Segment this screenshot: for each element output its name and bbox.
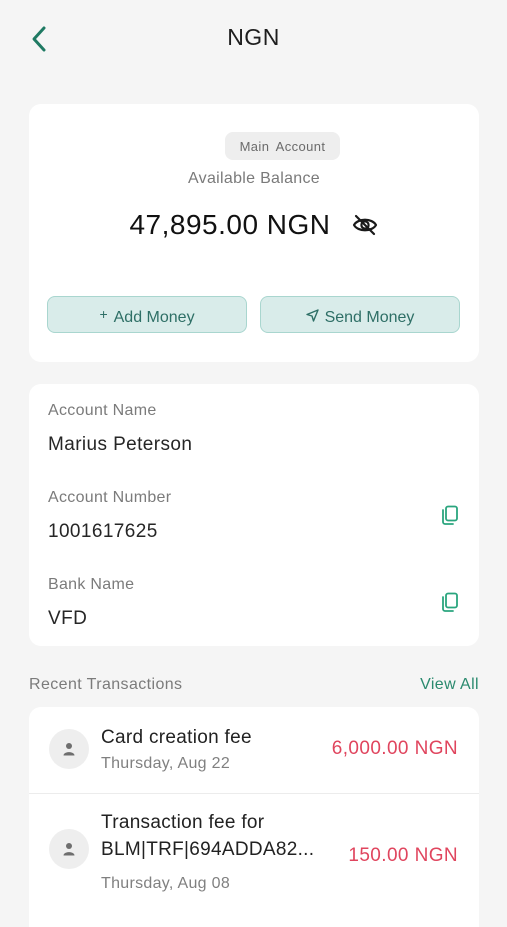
bank-name-label: Bank Name [48, 576, 135, 593]
transaction-amount: 6,000.00 NGN [331, 738, 458, 759]
balance-card: Main Account Available Balance 47,895.00… [29, 104, 479, 362]
page-title: NGN [227, 24, 280, 50]
send-icon [305, 309, 319, 322]
transaction-title: Card creation fee [101, 727, 252, 748]
account-number-label: Account Number [48, 489, 172, 506]
transaction-title: Transaction fee for BLM|TRF|694ADDA82... [101, 812, 315, 860]
transaction-date: Thursday, Aug 08 [101, 875, 231, 892]
user-icon [63, 843, 75, 856]
add-money-label: Add Money [113, 309, 195, 326]
eye-off-icon [352, 214, 377, 236]
available-balance-label: Available Balance [187, 170, 320, 187]
transaction-amount: 150.00 NGN [348, 845, 458, 866]
transactions-list: Card creation fee Thursday, Aug 22 6,000… [29, 707, 479, 927]
transaction-row[interactable]: Card creation fee Thursday, Aug 22 6,000… [29, 707, 479, 794]
copy-icon [442, 592, 458, 612]
avatar [49, 729, 89, 769]
account-name-label: Account Name [48, 402, 157, 419]
bank-name-value: VFD [48, 608, 88, 629]
account-details-card: Account Name Marius Peterson Account Num… [29, 384, 479, 646]
copy-account-number-button[interactable] [439, 504, 461, 526]
send-money-button[interactable]: Send Money [260, 296, 460, 333]
header: NGN [0, 0, 507, 78]
add-money-button[interactable]: + Add Money [47, 296, 247, 333]
balance-amount: 47,895.00 NGN [129, 209, 331, 240]
send-money-label: Send Money [324, 309, 415, 326]
balance-row: 47,895.00 NGN [29, 209, 479, 241]
account-type-badge: Main Account [225, 132, 340, 160]
user-icon [63, 743, 75, 756]
copy-bank-name-button[interactable] [439, 591, 461, 613]
copy-icon [442, 505, 458, 525]
plus-icon: + [99, 306, 108, 322]
recent-transactions-title: Recent Transactions [29, 676, 183, 693]
account-number-value: 1001617625 [48, 521, 158, 542]
avatar [49, 829, 89, 869]
transaction-row[interactable]: Transaction fee for BLM|TRF|694ADDA82...… [29, 794, 479, 927]
toggle-balance-visibility-button[interactable] [351, 211, 379, 239]
account-name-value: Marius Peterson [48, 434, 193, 455]
transaction-date: Thursday, Aug 22 [101, 755, 231, 772]
view-all-link[interactable]: View All [420, 676, 479, 694]
